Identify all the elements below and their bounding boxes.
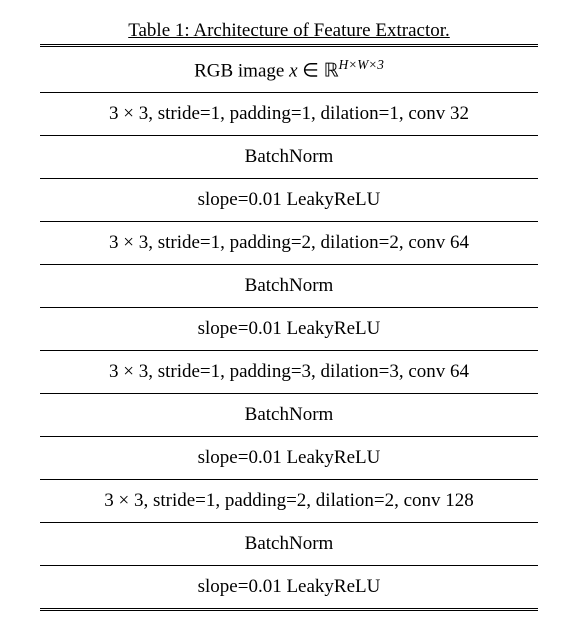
table-cell: BatchNorm <box>40 136 538 179</box>
table-row: BatchNorm <box>40 394 538 437</box>
table-cell: slope=0.01 LeakyReLU <box>40 308 538 351</box>
table-row: 3 × 3, stride=1, padding=1, dilation=1, … <box>40 93 538 136</box>
table-cell: 3 × 3, stride=1, padding=2, dilation=2, … <box>40 480 538 523</box>
table-row: 3 × 3, stride=1, padding=3, dilation=3, … <box>40 351 538 394</box>
table-cell: BatchNorm <box>40 523 538 566</box>
table-cell: 3 × 3, stride=1, padding=2, dilation=2, … <box>40 222 538 265</box>
table-cell: BatchNorm <box>40 265 538 308</box>
table-cell: 3 × 3, stride=1, padding=1, dilation=1, … <box>40 93 538 136</box>
table-cell: slope=0.01 LeakyReLU <box>40 437 538 480</box>
table-cell: slope=0.01 LeakyReLU <box>40 566 538 610</box>
table-row: slope=0.01 LeakyReLU <box>40 179 538 222</box>
table-row: slope=0.01 LeakyReLU <box>40 308 538 351</box>
table-row: 3 × 3, stride=1, padding=2, dilation=2, … <box>40 480 538 523</box>
table-cell: BatchNorm <box>40 394 538 437</box>
table-row: slope=0.01 LeakyReLU <box>40 437 538 480</box>
table-caption: Table 1: Architecture of Feature Extract… <box>40 20 538 42</box>
table-row: BatchNorm <box>40 136 538 179</box>
table-cell: slope=0.01 LeakyReLU <box>40 179 538 222</box>
table-container: Table 1: Architecture of Feature Extract… <box>40 20 538 611</box>
table-cell: RGB image x ∈ ℝH×W×3 <box>40 46 538 93</box>
table-body: RGB image x ∈ ℝH×W×33 × 3, stride=1, pad… <box>40 46 538 610</box>
table-cell: 3 × 3, stride=1, padding=3, dilation=3, … <box>40 351 538 394</box>
table-row: slope=0.01 LeakyReLU <box>40 566 538 610</box>
table-row: 3 × 3, stride=1, padding=2, dilation=2, … <box>40 222 538 265</box>
architecture-table: RGB image x ∈ ℝH×W×33 × 3, stride=1, pad… <box>40 44 538 611</box>
table-row: RGB image x ∈ ℝH×W×3 <box>40 46 538 93</box>
table-row: BatchNorm <box>40 523 538 566</box>
table-row: BatchNorm <box>40 265 538 308</box>
